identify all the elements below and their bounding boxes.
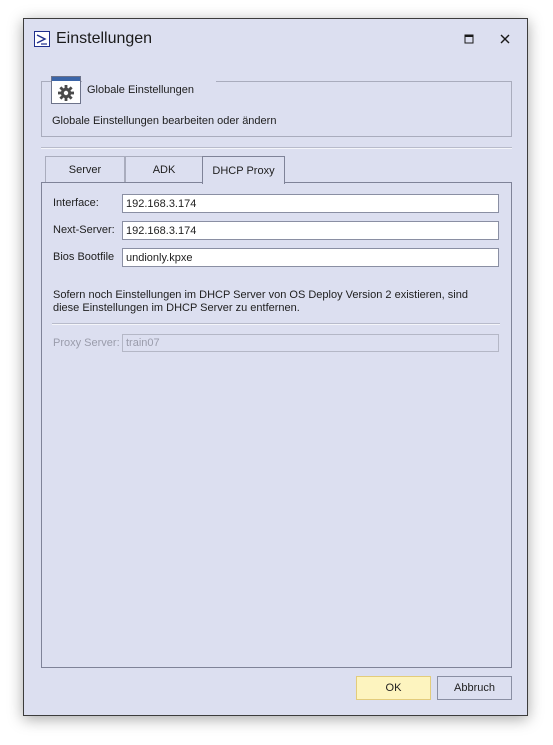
window-title: Einstellungen	[56, 30, 153, 47]
next-server-label: Next-Server:	[53, 224, 115, 236]
maximize-button[interactable]	[456, 27, 482, 51]
maximize-icon	[464, 34, 474, 44]
next-server-input[interactable]	[122, 221, 499, 240]
bios-bootfile-input[interactable]	[122, 248, 499, 267]
ok-button[interactable]: OK	[356, 676, 431, 700]
tab-dhcp-proxy[interactable]: DHCP Proxy	[202, 156, 285, 184]
title-bar[interactable]: Einstellungen	[24, 19, 527, 59]
gear-icon	[51, 76, 81, 104]
tab-server[interactable]: Server	[45, 156, 125, 182]
proxy-server-input	[122, 334, 499, 352]
close-icon	[500, 34, 510, 44]
terminal-icon	[34, 31, 50, 47]
close-button[interactable]	[492, 27, 518, 51]
dhcp-proxy-tab-page: Interface: Next-Server: Bios Bootfile So…	[41, 182, 512, 668]
interface-label: Interface:	[53, 197, 99, 209]
divider	[41, 147, 512, 149]
info-text: Sofern noch Einstellungen im DHCP Server…	[53, 289, 468, 314]
bios-bootfile-label: Bios Bootfile	[53, 251, 115, 263]
header-description: Globale Einstellungen bearbeiten oder än…	[52, 115, 277, 127]
header-panel: Globale Einstellungen Globale Einstellun…	[41, 76, 512, 137]
proxy-server-label: Proxy Server:	[53, 337, 120, 349]
settings-dialog: Einstellungen Globale Einstellungen Glob…	[23, 18, 528, 716]
cancel-button[interactable]: Abbruch	[437, 676, 512, 700]
interface-input[interactable]	[122, 194, 499, 213]
divider	[52, 323, 500, 325]
header-title: Globale Einstellungen	[87, 84, 195, 96]
tab-adk[interactable]: ADK	[125, 156, 203, 182]
